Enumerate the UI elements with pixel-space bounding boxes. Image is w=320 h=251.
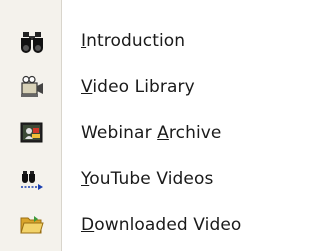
webinar-icon bbox=[19, 120, 45, 146]
menu-item-youtube-videos[interactable]: YouTube Videos bbox=[0, 156, 307, 202]
camcorder-icon bbox=[19, 74, 45, 100]
menu-item-label: Downloaded Video bbox=[81, 215, 242, 235]
context-menu: Introduction Video Library Webinar Archi… bbox=[0, 0, 307, 251]
menu-item-label: Video Library bbox=[81, 77, 195, 97]
menu-item-downloaded-video[interactable]: Downloaded Video bbox=[0, 202, 307, 248]
menu-item-webinar-archive[interactable]: Webinar Archive bbox=[0, 110, 307, 156]
menu-item-label: YouTube Videos bbox=[81, 169, 214, 189]
menu-item-label: Introduction bbox=[81, 31, 186, 51]
menu-item-introduction[interactable]: Introduction bbox=[0, 18, 307, 64]
menu-item-label: Webinar Archive bbox=[81, 123, 222, 143]
binoculars-icon bbox=[19, 28, 45, 54]
menu-item-video-library[interactable]: Video Library bbox=[0, 64, 307, 110]
binoculars-arrow-icon bbox=[19, 166, 45, 192]
folder-open-icon bbox=[19, 212, 45, 238]
